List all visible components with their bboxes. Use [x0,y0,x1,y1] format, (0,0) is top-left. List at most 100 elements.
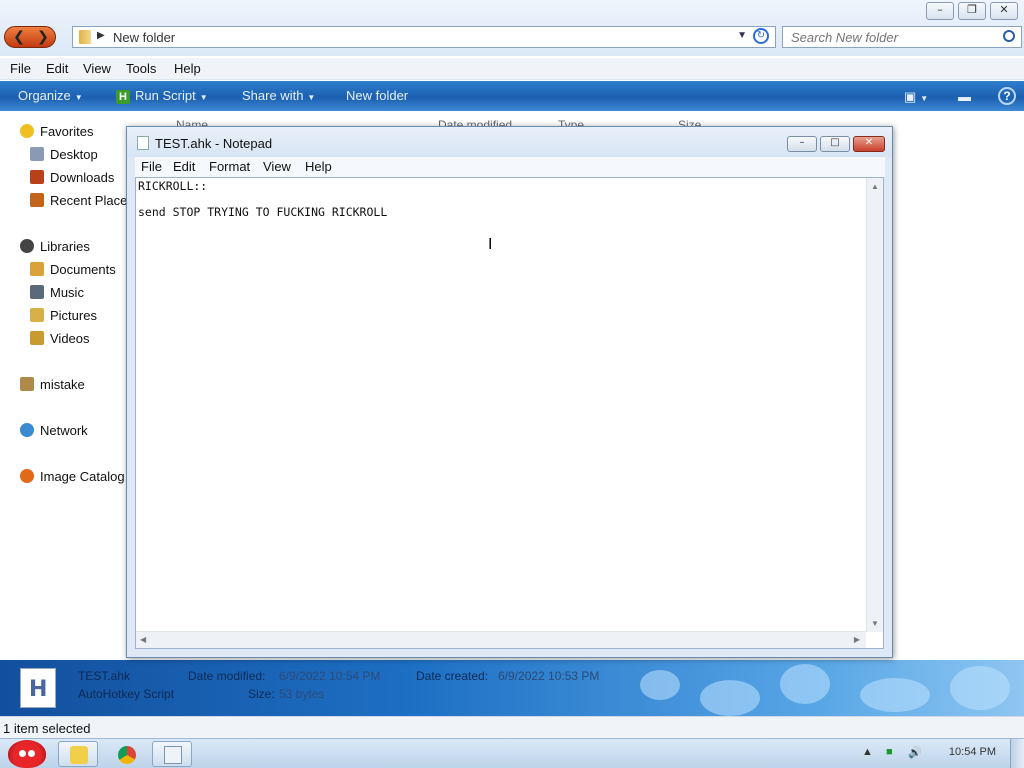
volume-icon[interactable]: 🔊 [908,746,922,759]
text-cursor-icon: I [488,235,493,253]
vertical-scrollbar[interactable]: ▲ ▼ [866,178,883,632]
chrome-icon [118,746,136,764]
notepad-window[interactable]: TEST.ahk - Notepad – □ ✕ File Edit Forma… [126,126,893,658]
sidebar-item-label: Libraries [40,239,90,254]
bird-eye [19,750,26,757]
back-button[interactable]: ❮ [7,29,31,45]
address-dropdown-icon[interactable]: ▼ [737,30,747,41]
sidebar-item-label: Recent Place [50,193,128,208]
explorer-menubar: File Edit View Tools Help [0,58,1024,80]
sidebar-item-label: Image Catalog [40,469,125,484]
details-size-label: Size: [248,687,275,701]
videos-icon [30,331,44,345]
notepad-menu-file[interactable]: File [141,159,162,174]
show-hidden-icons-icon[interactable]: ▲ [862,746,873,758]
run-script-dropdown-icon: ▼ [199,93,208,102]
notepad-menubar: File Edit Format View Help [135,157,885,177]
sidebar-item-label: Network [40,423,88,438]
notepad-maximize-button[interactable]: □ [820,136,850,152]
sidebar-item-label: Desktop [50,147,98,162]
share-with-button[interactable]: Share with ▼ [242,88,315,103]
sidebar-item-libraries[interactable]: Libraries [20,239,90,259]
sidebar-item-label: Documents [50,262,116,277]
notepad-edit-area[interactable]: RICKROLL:: send STOP TRYING TO FUCKING R… [135,177,884,649]
search-icon[interactable] [1003,30,1015,42]
start-button[interactable] [2,739,50,768]
scroll-down-icon[interactable]: ▼ [871,619,879,628]
sidebar-item-documents[interactable]: Documents [30,262,116,282]
taskbar-chrome-button[interactable] [106,741,146,767]
sidebar-item-music[interactable]: Music [30,285,84,305]
taskbar-notepad-button[interactable] [152,741,192,767]
run-script-label: Run Script [135,88,196,103]
preview-pane-icon[interactable]: ▬ [958,89,971,104]
notepad-menu-help[interactable]: Help [305,159,332,174]
sidebar-item-desktop[interactable]: Desktop [30,147,98,167]
change-view-icon[interactable]: ▣ ▼ [904,89,928,105]
downloads-icon [30,170,44,184]
music-icon [30,285,44,299]
sidebar-item-image-catalog[interactable]: Image Catalog [20,469,125,489]
system-tray: ▲ ■ 🔊 10:54 PM [854,739,1024,768]
menu-tools[interactable]: Tools [126,61,156,76]
notepad-close-button[interactable]: ✕ [853,136,885,152]
show-desktop-button[interactable] [1010,739,1024,768]
menu-help[interactable]: Help [174,61,201,76]
decor-bubble [700,680,760,716]
details-date-created-label: Date created: [416,669,489,683]
details-pane: H TEST.ahk AutoHotkey Script Date modifi… [0,660,1024,716]
sidebar-item-homegroup[interactable]: mistake [20,377,85,397]
scroll-right-icon[interactable]: ▶ [854,635,860,644]
notepad-menu-format[interactable]: Format [209,159,250,174]
notepad-menu-view[interactable]: View [263,159,291,174]
sidebar-item-downloads[interactable]: Downloads [30,170,114,190]
organize-button[interactable]: Organize ▼ [18,88,83,103]
sidebar-item-label: mistake [40,377,85,392]
restore-button[interactable]: ❐ [958,2,986,20]
help-icon[interactable]: ? [998,87,1016,105]
scroll-up-icon[interactable]: ▲ [871,182,879,191]
menu-view[interactable]: View [83,61,111,76]
address-bar[interactable]: ▶ New folder ▼ ↻ [72,26,776,48]
sidebar-item-pictures[interactable]: Pictures [30,308,97,328]
details-file-name: TEST.ahk [78,669,131,683]
menu-edit[interactable]: Edit [46,61,68,76]
status-text: 1 item selected [3,721,91,736]
image-catalog-icon [20,469,34,483]
explorer-titlebar: – ❐ ✕ ❮ ❯ ▶ New folder ▼ ↻ [0,0,1024,56]
search-box[interactable] [782,26,1022,48]
sidebar-item-network[interactable]: Network [20,423,88,443]
taskbar: ▲ ■ 🔊 10:54 PM [0,738,1024,768]
forward-button[interactable]: ❯ [31,29,55,45]
clock[interactable]: 10:54 PM [949,746,996,758]
breadcrumb-current[interactable]: New folder [113,30,175,45]
run-script-button[interactable]: H Run Script ▼ [116,88,208,104]
sidebar-item-videos[interactable]: Videos [30,331,90,351]
breadcrumb-chevron-icon[interactable]: ▶ [97,30,105,41]
taskbar-explorer-button[interactable] [58,741,98,767]
refresh-icon[interactable]: ↻ [753,28,769,44]
close-button[interactable]: ✕ [990,2,1018,20]
minimize-button[interactable]: – [926,2,954,20]
details-date-modified-label: Date modified: [188,669,266,683]
notepad-text-editor[interactable]: RICKROLL:: send STOP TRYING TO FUCKING R… [138,180,864,630]
scroll-left-icon[interactable]: ◀ [140,635,146,644]
network-icon [20,423,34,437]
menu-file[interactable]: File [10,61,31,76]
sidebar-item-label: Music [50,285,84,300]
details-file-type: AutoHotkey Script [78,687,175,701]
documents-icon [30,262,44,276]
sidebar-item-recent-places[interactable]: Recent Place [30,193,127,213]
notepad-icon [137,136,149,150]
horizontal-scrollbar[interactable]: ◀ ▶ [136,631,866,648]
battery-icon[interactable]: ■ [886,746,893,758]
sidebar-item-favorites[interactable]: Favorites [20,124,93,144]
homegroup-icon [20,377,34,391]
notepad-minimize-button[interactable]: – [787,136,817,152]
search-input[interactable] [783,27,993,47]
command-bar: Organize ▼ H Run Script ▼ Share with ▼ New f… [0,81,1024,111]
new-folder-button[interactable]: New folder [346,88,408,103]
decor-bubble [640,670,680,700]
notepad-titlebar[interactable]: TEST.ahk - Notepad – □ ✕ [127,127,892,157]
notepad-menu-edit[interactable]: Edit [173,159,195,174]
